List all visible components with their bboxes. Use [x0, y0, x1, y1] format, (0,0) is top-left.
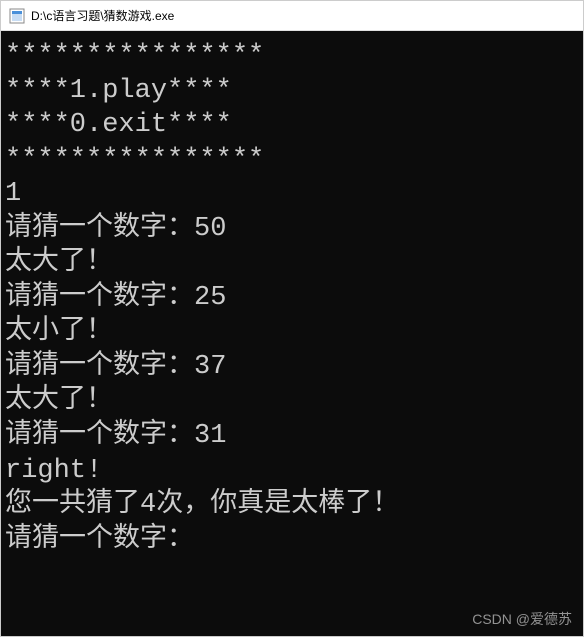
- window-title: D:\c语言习题\猜数游戏.exe: [31, 7, 174, 24]
- console-line: 您一共猜了4次，你真是太棒了！: [5, 488, 579, 523]
- console-line: 太小了！: [5, 315, 579, 350]
- console-line: 请猜一个数字：: [5, 523, 579, 558]
- console-line: ****1.play****: [5, 74, 579, 109]
- console-line: 请猜一个数字：31: [5, 419, 579, 454]
- console-line: 太大了！: [5, 246, 579, 281]
- console-line: 请猜一个数字：50: [5, 212, 579, 247]
- console-line: right!: [5, 454, 579, 489]
- console-line: ****************: [5, 143, 579, 178]
- console-line: 1: [5, 177, 579, 212]
- console-line: 太大了！: [5, 384, 579, 419]
- watermark: CSDN @爱德苏: [472, 609, 572, 629]
- console-line: 请猜一个数字：37: [5, 350, 579, 385]
- app-icon: [9, 8, 25, 24]
- titlebar: D:\c语言习题\猜数游戏.exe: [1, 1, 583, 31]
- console-window: D:\c语言习题\猜数游戏.exe **************** ****1…: [0, 0, 584, 637]
- console-line: ****0.exit****: [5, 108, 579, 143]
- console-line: ****************: [5, 39, 579, 74]
- console-line: 请猜一个数字：25: [5, 281, 579, 316]
- console-output[interactable]: **************** ****1.play**** ****0.ex…: [1, 31, 583, 636]
